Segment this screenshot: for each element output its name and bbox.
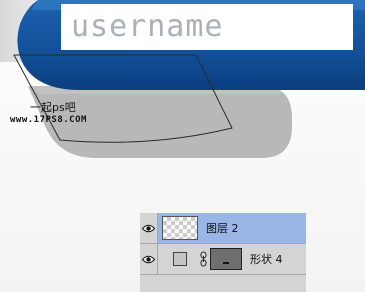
vector-mask-thumbnail[interactable] bbox=[210, 248, 242, 270]
watermark-url: www.17PS8.COM bbox=[10, 115, 87, 125]
username-text: username bbox=[71, 9, 224, 44]
chain-link-icon[interactable] bbox=[200, 251, 207, 267]
visibility-toggle[interactable] bbox=[140, 244, 158, 274]
visibility-toggle[interactable] bbox=[140, 213, 158, 243]
layer-row-shape-4[interactable]: 形状 4 bbox=[140, 244, 306, 275]
username-text-box: username bbox=[61, 4, 353, 50]
watermark-chinese: 一起ps吧 bbox=[30, 101, 76, 114]
layer-name[interactable]: 形状 4 bbox=[250, 254, 283, 265]
eye-icon bbox=[142, 224, 155, 232]
watermark: 一起ps吧 www.17PS8.COM bbox=[10, 102, 87, 125]
shape-fill-swatch[interactable] bbox=[173, 252, 187, 266]
layer-row-layer-2[interactable]: 图层 2 bbox=[140, 213, 306, 244]
eye-icon bbox=[142, 255, 155, 263]
layer-name[interactable]: 图层 2 bbox=[206, 223, 239, 234]
layers-panel: 图层 2 形状 4 bbox=[140, 213, 306, 292]
layer-thumbnail[interactable] bbox=[162, 216, 198, 240]
